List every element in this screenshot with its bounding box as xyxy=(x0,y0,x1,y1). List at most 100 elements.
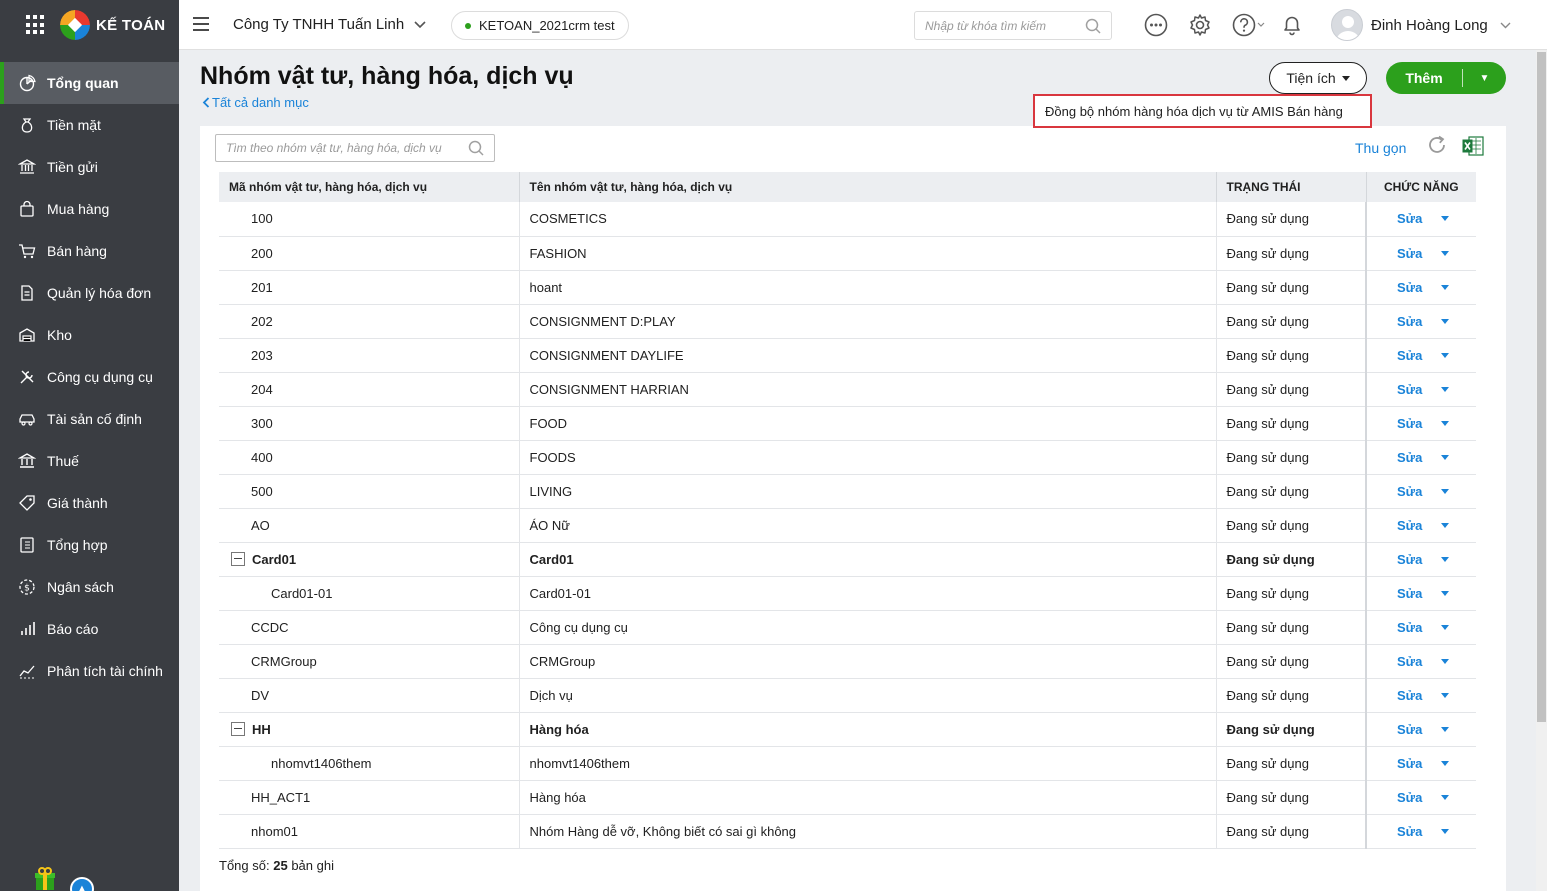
sync-from-amis-menu-item[interactable]: Đồng bộ nhóm hàng hóa dịch vụ từ AMIS Bá… xyxy=(1033,94,1372,128)
table-row[interactable]: CRMGroup CRMGroup Đang sử dụng Sửa xyxy=(219,644,1476,679)
row-actions-dropdown-icon[interactable] xyxy=(1441,828,1450,834)
edit-button[interactable]: Sửa xyxy=(1397,280,1422,295)
row-actions-dropdown-icon[interactable] xyxy=(1441,420,1450,426)
edit-button[interactable]: Sửa xyxy=(1397,756,1422,771)
column-header-status[interactable]: TRẠNG THÁI xyxy=(1216,172,1367,202)
add-dropdown-icon[interactable]: ▼ xyxy=(1463,73,1506,84)
row-actions-dropdown-icon[interactable] xyxy=(1441,794,1450,800)
row-actions-dropdown-icon[interactable] xyxy=(1441,726,1450,732)
table-row[interactable]: Card01 Card01 Đang sử dụng Sửa xyxy=(219,542,1476,577)
sidebar-item-1[interactable]: Tiền mặt xyxy=(0,104,179,146)
table-row[interactable]: 300 FOOD Đang sử dụng Sửa xyxy=(219,406,1476,441)
table-row[interactable]: 201 hoant Đang sử dụng Sửa xyxy=(219,270,1476,305)
row-actions-dropdown-icon[interactable] xyxy=(1441,284,1450,290)
table-row[interactable]: nhomvt1406them nhomvt1406them Đang sử dụng… xyxy=(219,746,1476,781)
row-actions-dropdown-icon[interactable] xyxy=(1441,250,1450,256)
menu-toggle-icon[interactable] xyxy=(193,17,209,31)
search-icon[interactable] xyxy=(1085,18,1101,34)
row-actions-dropdown-icon[interactable] xyxy=(1441,760,1450,766)
row-actions-dropdown-icon[interactable] xyxy=(1441,556,1450,562)
sidebar-item-5[interactable]: Quản lý hóa đơn xyxy=(0,272,179,314)
edit-button[interactable]: Sửa xyxy=(1397,790,1422,805)
edit-button[interactable]: Sửa xyxy=(1397,654,1422,669)
collapse-all-link[interactable]: Thu gọn xyxy=(1355,140,1406,156)
edit-button[interactable]: Sửa xyxy=(1397,416,1422,431)
table-row[interactable]: 100 COSMETICS Đang sử dụng Sửa xyxy=(219,202,1476,237)
company-selector[interactable]: Công Ty TNHH Tuấn Linh xyxy=(233,16,426,33)
row-actions-dropdown-icon[interactable] xyxy=(1441,216,1450,222)
sidebar-item-9[interactable]: Thuế xyxy=(0,440,179,482)
edit-button[interactable]: Sửa xyxy=(1397,688,1422,703)
sidebar-item-4[interactable]: Bán hàng xyxy=(0,230,179,272)
row-actions-dropdown-icon[interactable] xyxy=(1441,488,1450,494)
database-badge[interactable]: KETOAN_2021crm test xyxy=(451,11,629,40)
edit-button[interactable]: Sửa xyxy=(1397,211,1422,226)
column-header-code[interactable]: Mã nhóm vật tư, hàng hóa, dịch vụ xyxy=(219,172,520,202)
sidebar-item-10[interactable]: Giá thành xyxy=(0,482,179,524)
vertical-scrollbar[interactable] xyxy=(1536,50,1547,891)
row-actions-dropdown-icon[interactable] xyxy=(1441,522,1450,528)
edit-button[interactable]: Sửa xyxy=(1397,552,1422,567)
collapse-toggle-icon[interactable] xyxy=(231,721,245,736)
utility-button[interactable]: Tiện ích xyxy=(1269,62,1367,94)
row-actions-dropdown-icon[interactable] xyxy=(1441,658,1450,664)
back-to-catalog-link[interactable]: Tất cả danh mục xyxy=(202,95,309,110)
global-search-input[interactable]: Nhập từ khóa tìm kiếm xyxy=(914,11,1112,40)
sidebar-item-11[interactable]: Tổng hợp xyxy=(0,524,179,566)
column-header-name[interactable]: Tên nhóm vật tư, hàng hóa, dịch vụ xyxy=(519,172,1217,202)
table-row[interactable]: Card01-01 Card01-01 Đang sử dụng Sửa xyxy=(219,576,1476,611)
row-actions-dropdown-icon[interactable] xyxy=(1441,454,1450,460)
app-launcher-icon[interactable] xyxy=(26,15,46,35)
logo[interactable]: KẾ TOÁN xyxy=(60,10,165,40)
edit-button[interactable]: Sửa xyxy=(1397,824,1422,839)
sidebar-item-8[interactable]: Tài sản cố định xyxy=(0,398,179,440)
table-row[interactable]: 204 CONSIGNMENT HARRIAN Đang sử dụng Sửa xyxy=(219,372,1476,407)
table-row[interactable]: nhom01 Nhóm Hàng dễ vỡ, Không biết có sai… xyxy=(219,814,1476,849)
table-row[interactable]: 202 CONSIGNMENT D:PLAY Đang sử dụng Sửa xyxy=(219,304,1476,339)
row-actions-dropdown-icon[interactable] xyxy=(1441,318,1450,324)
row-actions-dropdown-icon[interactable] xyxy=(1441,624,1450,630)
sidebar-item-14[interactable]: Phân tích tài chính xyxy=(0,650,179,692)
more-options-icon[interactable] xyxy=(1144,13,1168,37)
sidebar-item-2[interactable]: Tiền gửi xyxy=(0,146,179,188)
excel-export-icon[interactable] xyxy=(1462,136,1484,156)
row-actions-dropdown-icon[interactable] xyxy=(1441,590,1450,596)
table-row[interactable]: HH_ACT1 Hàng hóa Đang sử dụng Sửa xyxy=(219,780,1476,815)
sidebar-item-7[interactable]: Công cụ dụng cụ xyxy=(0,356,179,398)
edit-button[interactable]: Sửa xyxy=(1397,518,1422,533)
notification-bell-icon[interactable] xyxy=(1280,13,1304,37)
sidebar-item-12[interactable]: $ Ngân sách xyxy=(0,566,179,608)
table-row[interactable]: 400 FOODS Đang sử dụng Sửa xyxy=(219,440,1476,475)
gift-icon[interactable] xyxy=(34,867,56,891)
sidebar-item-6[interactable]: Kho xyxy=(0,314,179,356)
edit-button[interactable]: Sửa xyxy=(1397,620,1422,635)
edit-button[interactable]: Sửa xyxy=(1397,586,1422,601)
settings-gear-icon[interactable] xyxy=(1188,13,1212,37)
edit-button[interactable]: Sửa xyxy=(1397,246,1422,261)
sidebar-item-0[interactable]: Tổng quan xyxy=(0,62,179,104)
refresh-icon[interactable] xyxy=(1426,134,1448,156)
user-menu[interactable]: Đinh Hoàng Long xyxy=(1331,9,1511,41)
row-actions-dropdown-icon[interactable] xyxy=(1441,352,1450,358)
search-icon[interactable] xyxy=(468,140,484,156)
edit-button[interactable]: Sửa xyxy=(1397,484,1422,499)
table-row[interactable]: AO ÁO Nữ Đang sử dụng Sửa xyxy=(219,508,1476,543)
row-actions-dropdown-icon[interactable] xyxy=(1441,386,1450,392)
table-row[interactable]: HH Hàng hóa Đang sử dụng Sửa xyxy=(219,712,1476,747)
sidebar-item-3[interactable]: Mua hàng xyxy=(0,188,179,230)
help-icon[interactable] xyxy=(1232,13,1268,37)
scroll-up-icon[interactable]: ▲ xyxy=(70,877,94,891)
table-row[interactable]: DV Dịch vụ Đang sử dụng Sửa xyxy=(219,678,1476,713)
sidebar-item-13[interactable]: Báo cáo xyxy=(0,608,179,650)
table-row[interactable]: CCDC Công cụ dụng cụ Đang sử dụng Sửa xyxy=(219,610,1476,645)
table-row[interactable]: 203 CONSIGNMENT DAYLIFE Đang sử dụng Sửa xyxy=(219,338,1476,373)
edit-button[interactable]: Sửa xyxy=(1397,314,1422,329)
edit-button[interactable]: Sửa xyxy=(1397,382,1422,397)
group-filter-input[interactable]: Tìm theo nhóm vật tư, hàng hóa, dịch vụ xyxy=(215,134,495,162)
scrollbar-thumb[interactable] xyxy=(1537,52,1546,722)
table-row[interactable]: 500 LIVING Đang sử dụng Sửa xyxy=(219,474,1476,509)
edit-button[interactable]: Sửa xyxy=(1397,348,1422,363)
table-row[interactable]: 200 FASHION Đang sử dụng Sửa xyxy=(219,236,1476,271)
add-button[interactable]: Thêm ▼ xyxy=(1386,62,1506,94)
row-actions-dropdown-icon[interactable] xyxy=(1441,692,1450,698)
